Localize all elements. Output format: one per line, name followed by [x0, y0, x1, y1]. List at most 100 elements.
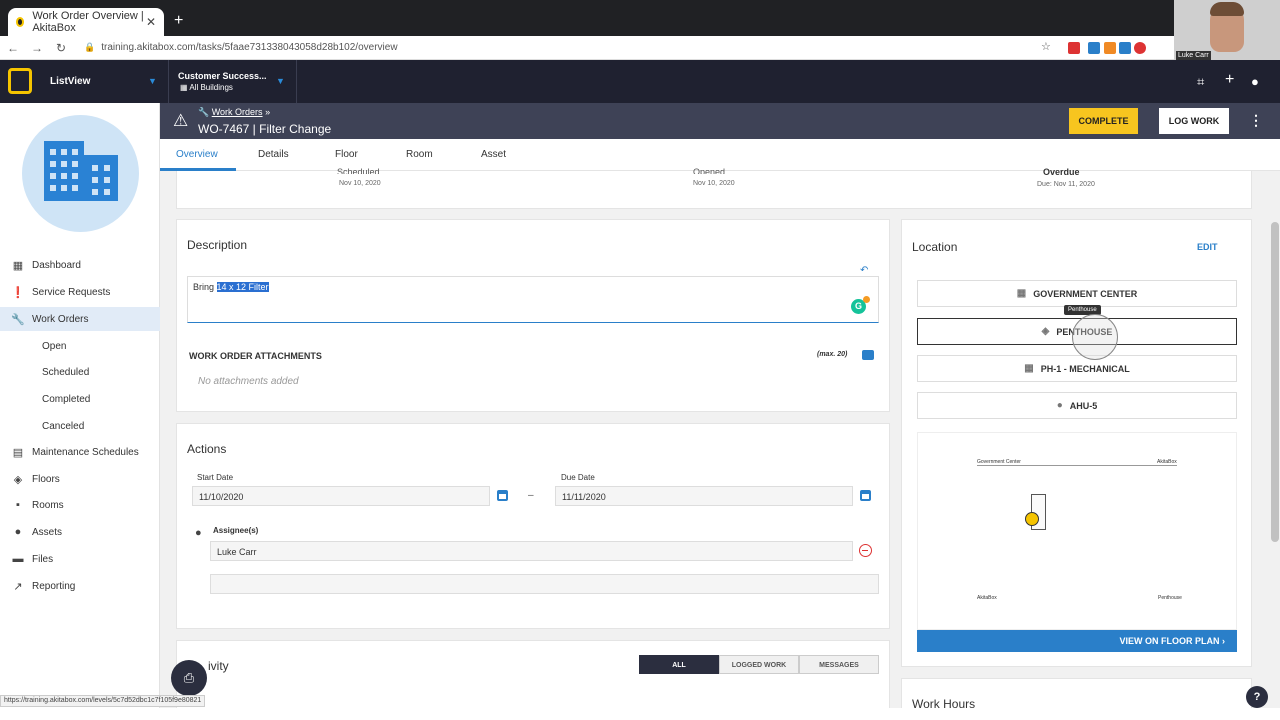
sidebar-subitem-completed[interactable]: Completed: [42, 394, 90, 405]
sidebar-item-assets[interactable]: ● Assets: [0, 520, 160, 544]
sidebar-item-label: Assets: [32, 526, 63, 538]
building-scope[interactable]: ▦ All Buildings: [180, 83, 233, 92]
description-text[interactable]: Bring 14 x 12 Filter: [193, 282, 269, 292]
extension-icon[interactable]: [1119, 42, 1131, 54]
webcam-overlay: Luke Carr: [1174, 0, 1280, 62]
sidebar-item-label: Service Requests: [32, 286, 111, 298]
due-date-input[interactable]: 11/11/2020: [555, 486, 853, 506]
floor-plan-preview[interactable]: [917, 432, 1237, 630]
more-options-icon[interactable]: ⋮: [1249, 112, 1263, 129]
room-button[interactable]: ▦ PH-1 - MECHANICAL: [917, 355, 1237, 382]
lock-icon: 🔒: [84, 42, 96, 52]
filter-logged-work-button[interactable]: LOGGED WORK: [719, 655, 799, 674]
remove-assignee-icon[interactable]: [859, 544, 872, 557]
room-icon: ▦: [1024, 363, 1034, 374]
sidebar-subitem-scheduled[interactable]: Scheduled: [42, 367, 89, 378]
building-icon: [44, 141, 118, 201]
browser-tab-bar: [0, 0, 1280, 36]
print-icon[interactable]: ⎙: [171, 660, 207, 696]
scheduled-date: Nov 10, 2020: [339, 180, 381, 187]
sidebar-item-work-orders[interactable]: 🔧 Work Orders: [0, 307, 160, 331]
help-icon[interactable]: ?: [1246, 686, 1268, 708]
akitabox-logo-icon[interactable]: [8, 68, 32, 94]
tab-overview[interactable]: Overview: [176, 149, 218, 160]
plan-header-rule: [977, 465, 1177, 466]
browser-tab-title: Work Order Overview | AkitaBox: [32, 10, 144, 34]
start-date-label: Start Date: [197, 473, 234, 482]
actions-card: [176, 423, 890, 629]
add-assignee-input[interactable]: [210, 574, 879, 594]
sidebar-subitem-canceled[interactable]: Canceled: [42, 421, 84, 432]
extension-icon[interactable]: [1134, 42, 1146, 54]
grammarly-badge: [863, 296, 870, 303]
warning-icon: ⚠: [173, 111, 189, 130]
assignee-field[interactable]: Luke Carr: [210, 541, 853, 561]
scrollbar-thumb[interactable]: [1271, 222, 1279, 542]
due-text: Due: Nov 11, 2020: [1037, 181, 1095, 188]
org-name[interactable]: Customer Success...: [178, 71, 267, 81]
sidebar-item-dashboard[interactable]: ▦ Dashboard: [0, 253, 160, 277]
sidebar-item-label: Reporting: [32, 580, 76, 592]
breadcrumb-work-orders[interactable]: Work Orders: [212, 107, 263, 117]
filter-messages-button[interactable]: MESSAGES: [799, 655, 879, 674]
tab-asset[interactable]: Asset: [481, 149, 506, 160]
grid-icon: ▦: [12, 259, 24, 272]
complete-button[interactable]: COMPLETE: [1069, 108, 1138, 134]
tab-floor[interactable]: Floor: [335, 149, 358, 160]
calendar-icon[interactable]: [860, 490, 871, 501]
tab-room[interactable]: Room: [406, 149, 433, 160]
sidebar-item-label: Dashboard: [32, 259, 81, 271]
new-tab-icon[interactable]: +: [174, 12, 183, 30]
summary-card: [176, 171, 1252, 209]
building-button[interactable]: ▦ GOVERNMENT CENTER: [917, 280, 1237, 307]
sidebar-item-service-requests[interactable]: ❗ Service Requests: [0, 280, 160, 304]
extension-icon[interactable]: [1104, 42, 1116, 54]
sidebar-subitem-open[interactable]: Open: [42, 341, 66, 352]
wrench-icon: 🔧: [11, 313, 25, 326]
view-switcher[interactable]: ListView: [50, 76, 90, 87]
view-on-floor-plan-label: VIEW ON FLOOR PLAN: [1119, 636, 1220, 646]
sidebar-item-maintenance-schedules[interactable]: ▤ Maintenance Schedules: [0, 440, 160, 464]
chevron-down-icon[interactable]: ▼: [148, 76, 157, 86]
chevron-down-icon[interactable]: ▼: [276, 76, 285, 86]
add-icon[interactable]: +: [1225, 71, 1234, 89]
browser-tab[interactable]: Work Order Overview | AkitaBox ✕: [8, 8, 164, 36]
presenter-hair: [1210, 2, 1244, 16]
app-header: [0, 60, 1280, 103]
filter-all-button[interactable]: ALL: [639, 655, 719, 674]
log-work-button[interactable]: LOG WORK: [1159, 108, 1229, 134]
header-divider: [168, 60, 169, 103]
extension-icon[interactable]: [1088, 42, 1100, 54]
plan-header-right: AkitaBox: [1157, 459, 1177, 465]
sidebar-item-reporting[interactable]: ↗ Reporting: [0, 574, 160, 598]
sidebar-item-files[interactable]: ▬ Files: [0, 547, 160, 571]
start-date-input[interactable]: 11/10/2020: [192, 486, 490, 506]
building-scope-label: All Buildings: [189, 83, 233, 92]
close-tab-icon[interactable]: ✕: [146, 15, 156, 29]
asset-button[interactable]: ● AHU-5: [917, 392, 1237, 419]
sidebar-item-floors[interactable]: ◈ Floors: [0, 467, 160, 491]
sidebar-item-rooms[interactable]: ▪ Rooms: [0, 493, 160, 517]
forward-icon[interactable]: →: [26, 41, 48, 55]
undo-icon[interactable]: ↶: [860, 265, 868, 276]
bookmark-star-icon[interactable]: ☆: [1041, 40, 1051, 53]
user-account-icon[interactable]: ●: [1251, 74, 1259, 89]
plan-footer-left: AkitaBox: [977, 595, 997, 601]
calendar-icon[interactable]: [497, 490, 508, 501]
back-icon[interactable]: ←: [2, 41, 24, 55]
extension-icon[interactable]: [1068, 42, 1080, 54]
reload-icon[interactable]: ↻: [50, 41, 72, 55]
description-textarea[interactable]: [187, 276, 879, 323]
building-label: GOVERNMENT CENTER: [1033, 288, 1138, 299]
layers-icon: ◈: [13, 473, 23, 486]
camera-icon[interactable]: [862, 350, 874, 360]
url-field[interactable]: 🔒 training.akitabox.com/tasks/5faae73133…: [84, 42, 398, 53]
chart-icon: ↗: [13, 580, 23, 593]
view-on-floor-plan-button[interactable]: VIEW ON FLOOR PLAN ›: [917, 630, 1237, 652]
edit-location-button[interactable]: EDIT: [1197, 242, 1218, 252]
asset-marker-icon[interactable]: [1025, 512, 1039, 526]
tab-details[interactable]: Details: [258, 149, 289, 160]
qr-scan-icon[interactable]: ⌗: [1197, 74, 1204, 90]
status-bar-url: https://training.akitabox.com/levels/5c7…: [0, 695, 206, 707]
url-text: training.akitabox.com/tasks/5faae7313380…: [101, 42, 398, 53]
